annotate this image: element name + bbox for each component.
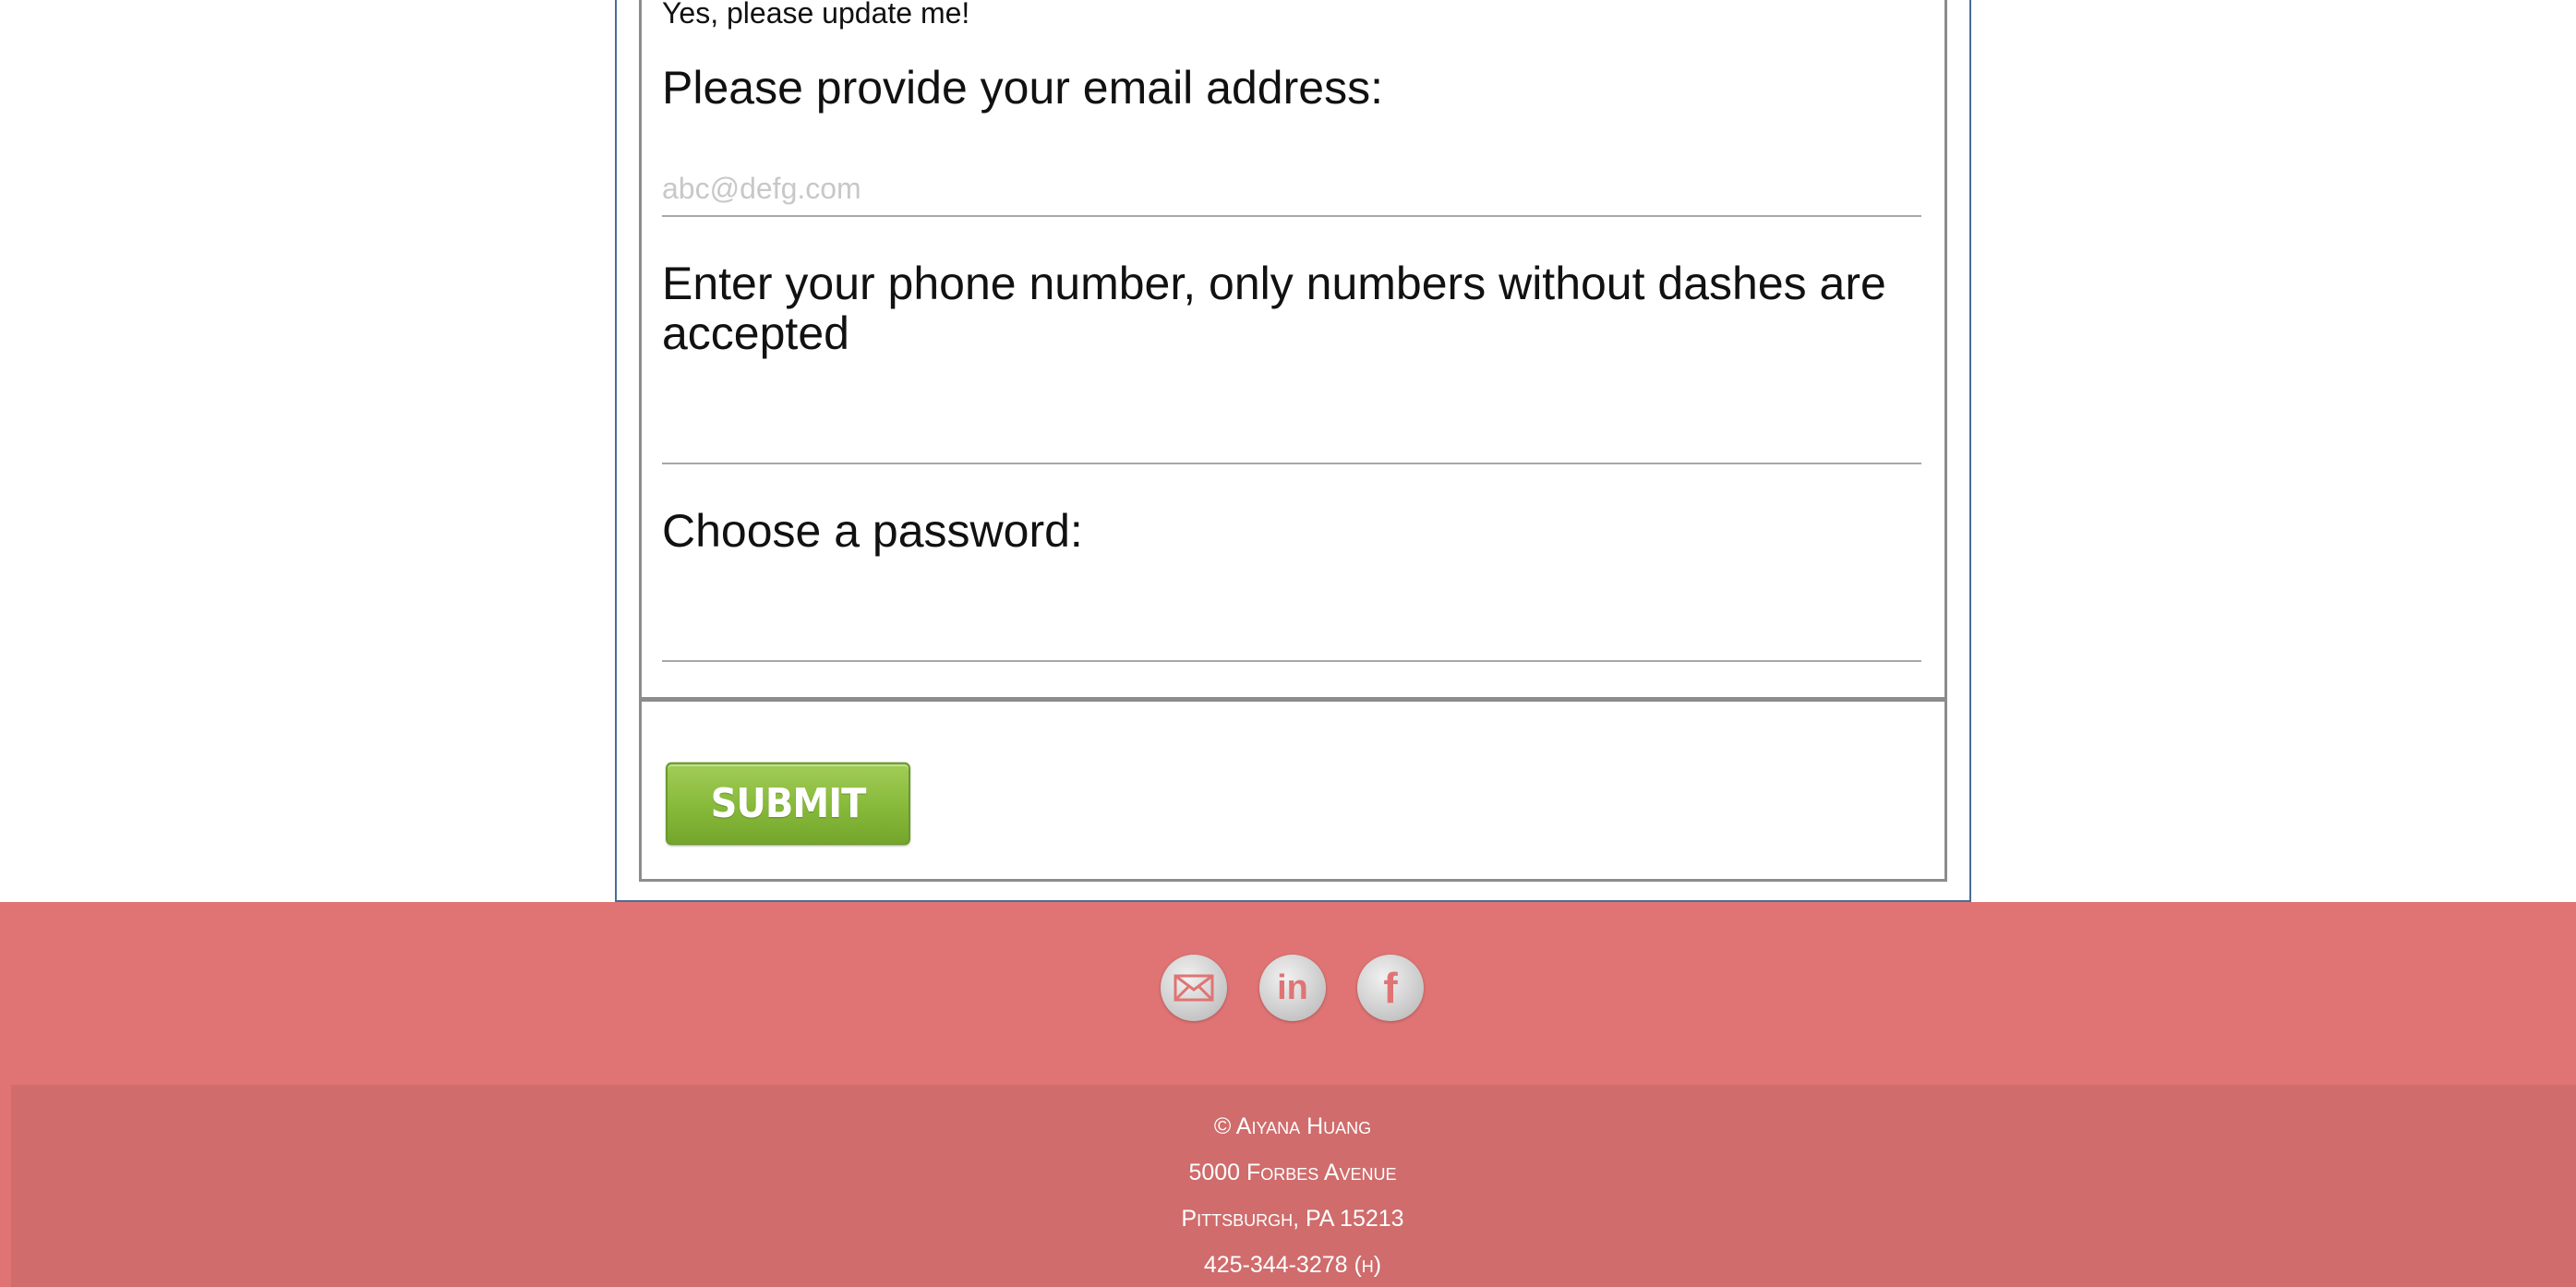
facebook-glyph: f bbox=[1383, 964, 1398, 1012]
update-option-label[interactable]: Yes, please update me! bbox=[662, 0, 969, 30]
submit-button[interactable]: SUBMIT bbox=[666, 762, 910, 846]
phone-field[interactable] bbox=[662, 409, 1921, 464]
facebook-icon[interactable]: f bbox=[1357, 955, 1424, 1021]
linkedin-icon[interactable]: in bbox=[1259, 955, 1326, 1021]
envelope-glyph bbox=[1174, 974, 1214, 1002]
page: Yes, please update me! Please provide yo… bbox=[0, 0, 2576, 1287]
email-label: Please provide your email address: bbox=[662, 62, 1383, 114]
phone-text: 425-344-3278 (h) bbox=[1203, 1252, 1382, 1278]
email-field[interactable] bbox=[662, 162, 1921, 217]
password-field[interactable] bbox=[662, 607, 1921, 662]
linkedin-glyph: in bbox=[1277, 968, 1308, 1007]
phone-label: Enter your phone number, only numbers wi… bbox=[662, 258, 1886, 359]
password-label: Choose a password: bbox=[662, 505, 1083, 557]
address-line-2: Pittsburgh, PA 15213 bbox=[1181, 1206, 1404, 1232]
copyright-text: © Aiyana Huang bbox=[1213, 1113, 1372, 1139]
address-line-1: 5000 Forbes Avenue bbox=[1188, 1160, 1397, 1185]
mail-icon[interactable] bbox=[1161, 955, 1227, 1021]
